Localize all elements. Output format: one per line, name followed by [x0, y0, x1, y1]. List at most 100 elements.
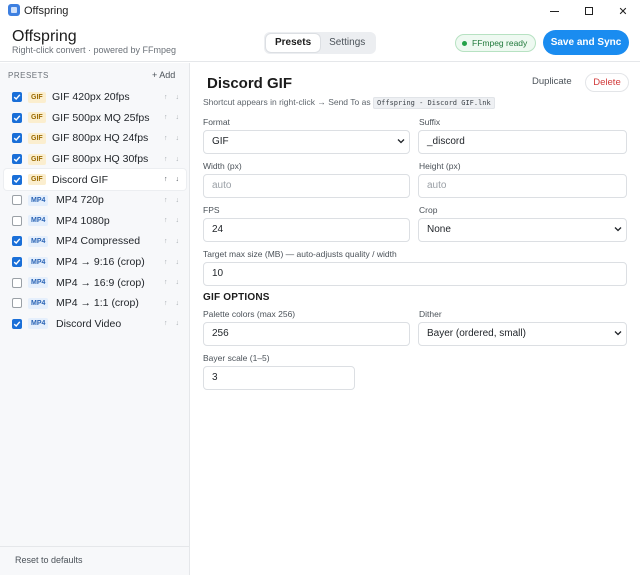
height-label: Height (px) [419, 161, 461, 171]
check-icon [13, 115, 21, 121]
preset-item[interactable]: MP4 MP4 720p ↑ ↓ [4, 190, 186, 211]
preset-item[interactable]: MP4 MP4 → 1:1 (crop) ↑ ↓ [4, 293, 186, 314]
preset-name: GIF 500px MQ 25fps [52, 111, 150, 124]
divider [0, 546, 189, 547]
shortcut-text: Shortcut appears in right-click → Send T… [203, 97, 371, 107]
preset-item[interactable]: GIF GIF 800px HQ 24fps ↑ ↓ [4, 128, 186, 149]
palette-input[interactable]: 256 [203, 322, 410, 346]
chevron-down-icon [397, 139, 405, 144]
check-icon [13, 135, 21, 142]
reorder-arrows-icon[interactable]: ↑ ↓ [164, 176, 182, 183]
gif-options-heading: GIF OPTIONS [203, 292, 270, 303]
preset-name: MP4 1080p [56, 214, 110, 227]
add-preset-button[interactable]: + Add [152, 70, 175, 80]
reorder-arrows-icon[interactable]: ↑ ↓ [164, 135, 182, 142]
tab-presets[interactable]: Presets [266, 34, 321, 52]
preset-item[interactable]: MP4 MP4 → 9:16 (crop) ↑ ↓ [4, 252, 186, 273]
preset-checkbox[interactable] [12, 318, 22, 329]
format-badge: GIF [28, 112, 46, 124]
reorder-arrows-icon[interactable]: ↑ ↓ [164, 217, 182, 224]
bayer-scale-input[interactable]: 3 [203, 366, 355, 390]
format-badge: MP4 [28, 297, 49, 309]
format-select[interactable]: GIF [203, 130, 410, 154]
preset-name: MP4 Compressed [56, 235, 141, 248]
save-and-sync-button[interactable]: Save and Sync [543, 30, 629, 55]
preset-item[interactable]: GIF GIF 420px 20fps ↑ ↓ [4, 87, 186, 108]
preset-name: GIF 800px HQ 30fps [52, 153, 149, 166]
reorder-arrows-icon[interactable]: ↑ ↓ [164, 156, 182, 163]
maximize-icon [585, 7, 593, 15]
preset-item[interactable]: MP4 MP4 1080p ↑ ↓ [4, 211, 186, 232]
tab-bar: Presets Settings [264, 32, 377, 54]
preset-item[interactable]: MP4 Discord Video ↑ ↓ [4, 314, 186, 335]
preset-checkbox[interactable] [12, 277, 22, 288]
preset-checkbox[interactable] [12, 257, 22, 268]
format-badge: GIF [28, 153, 46, 165]
fps-input[interactable]: 24 [203, 218, 410, 242]
check-icon [13, 94, 21, 101]
preset-checkbox[interactable] [12, 112, 22, 123]
crop-select[interactable]: None [418, 218, 627, 242]
preset-checkbox[interactable] [12, 174, 22, 185]
reorder-arrows-icon[interactable]: ↑ ↓ [164, 300, 182, 307]
dither-value: Bayer (ordered, small) [427, 328, 526, 339]
check-icon [13, 238, 21, 245]
window-title: Offspring [24, 5, 69, 17]
preset-item[interactable]: GIF GIF 500px MQ 25fps ↑ ↓ [4, 108, 186, 129]
bayer-scale-label: Bayer scale (1–5) [203, 353, 270, 363]
reorder-arrows-icon[interactable]: ↑ ↓ [164, 114, 182, 121]
preset-checkbox[interactable] [12, 133, 22, 144]
preset-checkbox[interactable] [12, 298, 22, 309]
reorder-arrows-icon[interactable]: ↑ ↓ [164, 94, 182, 101]
reorder-arrows-icon[interactable]: ↑ ↓ [164, 259, 182, 266]
app-name: Offspring [12, 28, 77, 45]
format-value: GIF [212, 136, 229, 147]
target-size-input[interactable]: 10 [203, 262, 627, 286]
minimize-icon [549, 10, 559, 12]
preset-item[interactable]: MP4 MP4 → 16:9 (crop) ↑ ↓ [4, 272, 186, 293]
reorder-arrows-icon[interactable]: ↑ ↓ [164, 238, 182, 245]
reorder-arrows-icon[interactable]: ↑ ↓ [164, 197, 182, 204]
title-bar: Offspring ✕ [0, 0, 640, 22]
dither-select[interactable]: Bayer (ordered, small) [418, 322, 627, 346]
suffix-input[interactable]: _discord [418, 130, 627, 154]
format-badge: MP4 [28, 194, 49, 206]
check-icon [13, 156, 21, 163]
format-badge: MP4 [28, 318, 49, 330]
reorder-arrows-icon[interactable]: ↑ ↓ [164, 320, 182, 327]
preset-item[interactable]: GIF GIF 800px HQ 30fps ↑ ↓ [4, 149, 186, 170]
preset-name: MP4 → 16:9 (crop) [56, 276, 145, 289]
reset-to-defaults-button[interactable]: Reset to defaults [15, 555, 83, 565]
status-dot-icon [462, 40, 467, 46]
close-button[interactable]: ✕ [609, 0, 637, 22]
height-input[interactable]: auto [418, 174, 627, 198]
preset-checkbox[interactable] [12, 215, 22, 226]
presets-sidebar: PRESETS + Add GIF GIF 420px 20fps ↑ ↓ GIF GI… [0, 63, 190, 575]
width-input[interactable]: auto [203, 174, 410, 198]
preset-name: MP4 720p [56, 194, 104, 207]
minimize-button[interactable] [540, 0, 568, 22]
preset-checkbox[interactable] [12, 92, 22, 103]
maximize-button[interactable] [575, 0, 603, 22]
preset-checkbox[interactable] [12, 195, 22, 206]
width-label: Width (px) [203, 161, 242, 171]
tab-settings[interactable]: Settings [320, 34, 374, 52]
duplicate-button[interactable]: Duplicate [532, 76, 572, 87]
preset-checkbox[interactable] [12, 236, 22, 247]
preset-item[interactable]: GIF Discord GIF ↑ ↓ [4, 169, 186, 190]
preset-title: Discord GIF [207, 75, 293, 92]
check-icon [13, 259, 21, 266]
target-size-label: Target max size (MB) — auto-adjusts qual… [203, 249, 397, 259]
preset-item[interactable]: MP4 MP4 Compressed ↑ ↓ [4, 231, 186, 252]
palette-label: Palette colors (max 256) [203, 309, 296, 319]
format-badge: GIF [28, 174, 46, 186]
delete-button[interactable]: Delete [585, 73, 629, 92]
shortcut-filename: Offspring - Discord GIF.lnk [372, 97, 495, 109]
preset-name: Discord Video [56, 317, 122, 330]
preset-checkbox[interactable] [12, 154, 22, 165]
format-badge: MP4 [28, 256, 49, 268]
format-label: Format [203, 117, 230, 127]
close-icon: ✕ [618, 5, 628, 18]
preset-name: GIF 420px 20fps [52, 91, 130, 104]
reorder-arrows-icon[interactable]: ↑ ↓ [164, 279, 182, 286]
